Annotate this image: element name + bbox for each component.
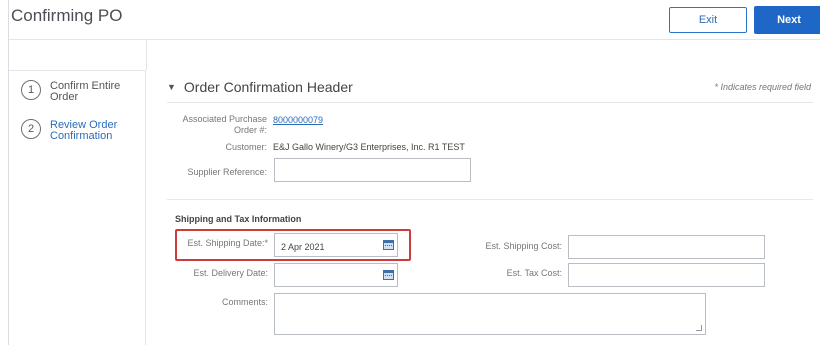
est-shipping-cost-input[interactable] (568, 235, 765, 259)
step-number: 1 (21, 80, 41, 100)
step-confirm-entire-order[interactable]: 1 Confirm Entire Order (21, 80, 130, 103)
customer-label: Customer: (225, 142, 267, 152)
section-toggle[interactable]: ▼ Order Confirmation Header (167, 79, 353, 95)
resize-handle[interactable] (696, 325, 702, 331)
est-tax-cost-input[interactable] (568, 263, 765, 287)
comments-label: Comments: (221, 297, 268, 307)
required-note: * Indicates required field (714, 82, 811, 92)
wizard-steps: 1 Confirm Entire Order 2 Review Order Co… (9, 70, 146, 345)
est-tax-cost-label: Est. Tax Cost: (506, 268, 562, 278)
est-shipping-date-value: 2 Apr 2021 (281, 242, 325, 252)
divider (167, 199, 813, 200)
step-label: Review Order Confirmation (50, 119, 118, 142)
calendar-icon[interactable] (383, 240, 394, 250)
step-label: Confirm Entire Order (50, 80, 121, 103)
window: Confirming PO Exit Next 1 Confirm Entire… (8, 0, 820, 345)
main-content: ▼ Order Confirmation Header * Indicates … (147, 70, 820, 345)
supplier-reference-label: Supplier Reference: (187, 167, 267, 177)
est-delivery-date-input[interactable] (274, 263, 398, 287)
supplier-reference-input[interactable] (274, 158, 471, 182)
exit-button[interactable]: Exit (669, 7, 747, 33)
step-review-order-confirmation[interactable]: 2 Review Order Confirmation (21, 119, 130, 142)
calendar-icon[interactable] (383, 270, 394, 280)
shipping-section-title: Shipping and Tax Information (175, 214, 302, 224)
comments-textarea[interactable] (274, 293, 706, 335)
divider (146, 40, 147, 70)
est-shipping-date-label: Est. Shipping Date:* (187, 238, 268, 248)
next-button[interactable]: Next (754, 6, 820, 34)
divider (167, 102, 813, 103)
top-bar: Confirming PO Exit Next (9, 0, 820, 40)
associated-po-link[interactable]: 8000000079 (273, 115, 323, 126)
step-number: 2 (21, 119, 41, 139)
page-title: Confirming PO (11, 6, 123, 25)
associated-po-label: Associated Purchase Order #: (182, 114, 267, 135)
est-delivery-date-label: Est. Delivery Date: (193, 268, 268, 278)
caret-down-icon: ▼ (167, 82, 176, 92)
section-title: Order Confirmation Header (183, 79, 353, 95)
customer-value: E&J Gallo Winery/G3 Enterprises, Inc. R1… (273, 142, 465, 152)
est-shipping-cost-label: Est. Shipping Cost: (485, 241, 562, 251)
est-shipping-date-input[interactable]: 2 Apr 2021 (274, 233, 398, 257)
